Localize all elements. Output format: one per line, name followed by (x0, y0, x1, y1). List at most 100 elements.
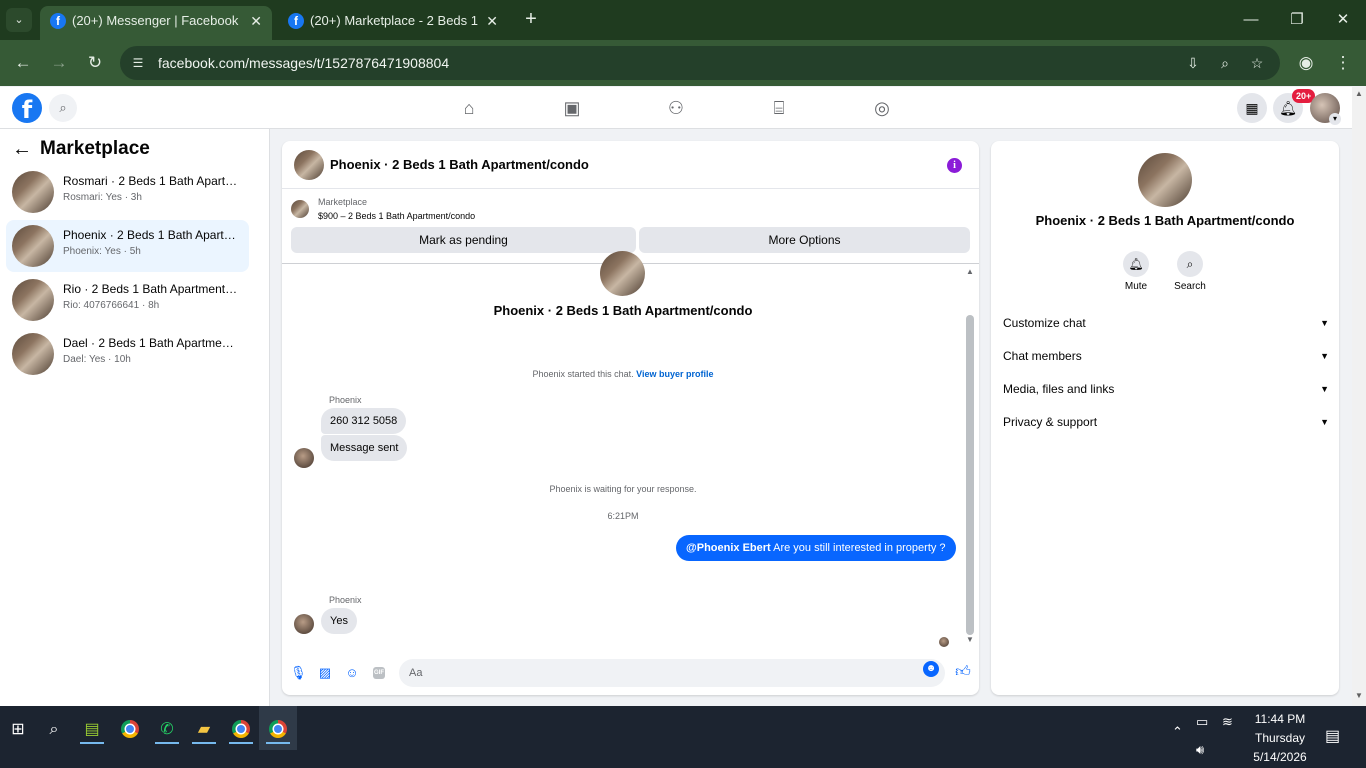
back-arrow-icon[interactable]: ← (12, 138, 40, 161)
scroll-down-icon[interactable]: ▼ (1355, 691, 1363, 700)
scroll-up-icon[interactable]: ▲ (966, 267, 974, 276)
system-clock[interactable]: 11:44 PM Thursday 5/14/2026 (1240, 710, 1320, 767)
chevron-down-icon[interactable]: ▾ (1329, 113, 1341, 125)
chat-title[interactable]: Phoenix · 2 Beds 1 Bath Apartment/condo (330, 141, 589, 189)
scrollbar-thumb[interactable] (966, 315, 974, 635)
search-icon[interactable]: ⌕ (1177, 251, 1203, 277)
mention-link[interactable]: @Phoenix Ebert (686, 542, 771, 554)
browser-menu-icon[interactable]: ⋮ (1330, 50, 1356, 76)
bookmark-star-icon[interactable]: ☆ (1246, 53, 1268, 73)
message-bubble[interactable]: Yes (321, 608, 357, 634)
thread-name: Rio · 2 Beds 1 Bath Apartment/condo (63, 282, 238, 296)
thread-rosmari[interactable]: Rosmari · 2 Beds 1 Bath Apartment/condo … (6, 166, 249, 218)
battery-icon[interactable]: ▭ (1196, 714, 1208, 730)
microphone-icon[interactable]: 🎙︎ (290, 665, 307, 681)
message-composer: 🎙︎ ▨ ☺ GIF Aa ☻ 👍︎ (282, 655, 979, 691)
media-files-links-row[interactable]: Media, files and links ▼ (1003, 378, 1329, 400)
sticker-icon[interactable]: ☺ (344, 665, 360, 681)
file-explorer-icon[interactable]: ▰ (190, 716, 218, 744)
chat-header-avatar[interactable] (294, 150, 324, 180)
thread-rio[interactable]: Rio · 2 Beds 1 Bath Apartment/condo Rio:… (6, 274, 249, 326)
chrome-app-icon[interactable] (227, 716, 255, 744)
url-text[interactable]: facebook.com/messages/t/1527876471908804 (158, 46, 449, 80)
taskbar-search-icon[interactable]: ⌕ (40, 716, 68, 744)
site-info-icon[interactable]: ☰ (130, 55, 146, 71)
restore-button[interactable]: ❐ (1274, 6, 1320, 34)
forward-button[interactable]: → (46, 50, 72, 76)
thread-dael[interactable]: Dael · 2 Beds 1 Bath Apartment/condo Dae… (6, 328, 249, 380)
thread-phoenix[interactable]: Phoenix · 2 Beds 1 Bath Apartment/condo … (6, 220, 249, 272)
info-icon[interactable]: i (947, 158, 962, 173)
message-bubble[interactable]: Message sent (321, 435, 408, 461)
show-hidden-icons-icon[interactable]: ⌃ (1172, 724, 1183, 740)
profile-icon[interactable]: ◉ (1293, 50, 1319, 76)
chevron-down-icon: ▼ (1320, 417, 1329, 427)
message-input[interactable]: Aa (399, 659, 945, 687)
section-label: Privacy & support (1003, 415, 1098, 429)
groups-icon[interactable]: ◎ (862, 93, 902, 123)
wifi-icon[interactable]: ≋ (1222, 714, 1233, 730)
marketplace-icon[interactable]: ⌸ (759, 93, 799, 123)
search-in-chat-button[interactable]: ⌕ Search (1170, 251, 1210, 292)
mute-button[interactable]: 🔔︎ Mute (1116, 251, 1156, 292)
tab-messenger[interactable]: f (20+) Messenger | Facebook ✕ (40, 6, 272, 40)
facebook-logo-icon[interactable]: f (12, 93, 42, 124)
thread-name: Rosmari · 2 Beds 1 Bath Apartment/condo (63, 174, 238, 188)
photo-icon[interactable]: ▨ (317, 665, 333, 681)
chat-scrollbar[interactable]: ▲ ▼ (964, 265, 976, 645)
video-icon[interactable]: ▣ (552, 93, 592, 123)
message-timestamp: 6:21PM (607, 511, 639, 521)
chevron-down-icon: ▼ (1320, 318, 1329, 328)
customize-chat-row[interactable]: Customize chat ▼ (1003, 312, 1329, 334)
browser-tab-bar: ⌄ f (20+) Messenger | Facebook ✕ f (20+)… (0, 0, 1366, 40)
outgoing-message-bubble[interactable]: @Phoenix Ebert Are you still interested … (676, 535, 956, 561)
page-scrollbar[interactable]: ▲ ▼ (1352, 87, 1366, 706)
notification-center-icon[interactable]: ▤ (1325, 726, 1340, 746)
thread-preview: Rio: 4076766641 · 8h (63, 300, 160, 311)
tab-search-dropdown[interactable]: ⌄ (6, 8, 32, 32)
more-options-button[interactable]: More Options (639, 227, 970, 253)
new-tab-button[interactable]: + (520, 8, 542, 32)
thread-name: Dael · 2 Beds 1 Bath Apartment/condo (63, 336, 238, 350)
sender-avatar[interactable] (294, 614, 314, 634)
tab-close-icon[interactable]: ✕ (250, 6, 262, 36)
view-buyer-profile-link[interactable]: View buyer profile (636, 369, 713, 379)
search-label: Search (1174, 281, 1206, 292)
friends-icon[interactable]: ⚇ (656, 93, 696, 123)
mark-as-pending-button[interactable]: Mark as pending (291, 227, 636, 253)
gif-icon[interactable]: GIF (373, 667, 385, 679)
chat-members-row[interactable]: Chat members ▼ (1003, 345, 1329, 367)
listing-thumbnail[interactable] (291, 200, 309, 218)
message-bubble[interactable]: 260 312 5058 (321, 408, 407, 434)
address-bar[interactable]: ☰ facebook.com/messages/t/15278764719088… (120, 46, 1280, 80)
minimize-button[interactable]: — (1228, 6, 1274, 34)
windows-start-icon[interactable]: ⊞ (4, 716, 32, 744)
zoom-icon[interactable]: ⌕ (1214, 53, 1236, 73)
chrome-app-icon[interactable] (116, 716, 144, 744)
reload-button[interactable]: ↻ (82, 50, 108, 76)
home-icon[interactable]: ⌂ (449, 93, 489, 123)
scroll-up-icon[interactable]: ▲ (1355, 89, 1363, 98)
sender-avatar[interactable] (294, 448, 314, 468)
listing-thumbnail (12, 279, 54, 321)
listing-price-title[interactable]: $900 – 2 Beds 1 Bath Apartment/condo (318, 211, 475, 221)
close-window-button[interactable]: ✕ (1320, 6, 1366, 34)
chrome-app-icon[interactable] (264, 716, 292, 744)
notepad-app-icon[interactable]: ▤ (78, 716, 106, 744)
scroll-down-icon[interactable]: ▼ (966, 635, 974, 644)
running-indicator (80, 742, 104, 744)
facebook-top-nav: f ⌕ ⌂ ▣ ⚇ ⌸ ◎ ▦ 🔔︎ 20+ ▾ (0, 87, 1352, 129)
like-thumb-icon[interactable]: 👍︎ (954, 663, 972, 681)
menu-grid-icon[interactable]: ▦ (1237, 93, 1267, 123)
back-button[interactable]: ← (10, 50, 36, 76)
tab-close-icon[interactable]: ✕ (486, 6, 498, 36)
bell-icon[interactable]: 🔔︎ (1123, 251, 1149, 277)
tab-marketplace[interactable]: f (20+) Marketplace - 2 Beds 1 Bath Apar… (278, 6, 508, 40)
volume-icon[interactable]: 🔊︎ (1196, 742, 1204, 758)
emoji-icon[interactable]: ☻ (923, 661, 939, 677)
install-app-icon[interactable]: ⇩ (1182, 53, 1204, 73)
conversation-avatar (600, 251, 645, 296)
whatsapp-app-icon[interactable]: ✆ (153, 716, 181, 744)
privacy-support-row[interactable]: Privacy & support ▼ (1003, 411, 1329, 433)
search-icon[interactable]: ⌕ (49, 94, 77, 122)
